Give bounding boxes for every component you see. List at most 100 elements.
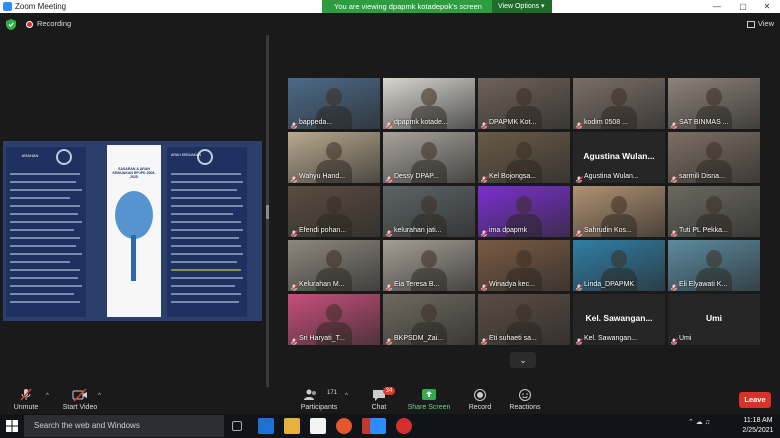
participant-tile[interactable]: dpapmk kotade... (383, 78, 475, 129)
participant-name: Eli Elyawati K... (679, 281, 728, 288)
participant-name: Linda_DPAPMK (584, 281, 635, 288)
windows-taskbar: Search the web and Windows ⌃ ☁ ♫ 11:18 A… (0, 414, 780, 438)
participant-name: Winadya kec... (489, 281, 535, 288)
participant-tile[interactable]: Umi Umi (668, 294, 760, 345)
video-off-icon (72, 388, 87, 402)
participant-tile[interactable]: Agustina Wulan... Agustina Wulan... (573, 132, 665, 183)
chevron-down-icon[interactable]: ⌄ (510, 352, 536, 368)
leave-button[interactable]: Leave (739, 392, 771, 408)
participant-name: Efendi pohan... (299, 227, 347, 234)
participant-tile[interactable]: bappeda... (288, 78, 380, 129)
audio-options-chevron-icon[interactable]: ^ (46, 393, 49, 399)
windows-start-icon[interactable] (6, 420, 18, 432)
meeting-status-row: Recording View (0, 13, 780, 35)
participant-name: Dessy DPAP... (394, 173, 439, 180)
participants-chevron-icon[interactable]: ^ (345, 393, 348, 399)
window-title: Zoom Meeting (15, 2, 67, 11)
participant-tile[interactable]: DPAPMK Kot... (478, 78, 570, 129)
participant-tile[interactable]: Eli Elyawati K... (668, 240, 760, 291)
start-video-button[interactable]: Start Video (58, 387, 102, 414)
muted-microphone-icon (575, 226, 583, 237)
participant-display-name: Kel. Sawangan... (585, 313, 653, 323)
participant-name: Eia Teresa B... (394, 281, 440, 288)
participant-tile[interactable]: Wahyu Hand... (288, 132, 380, 183)
maximize-button[interactable]: ▢ (730, 0, 756, 13)
security-shield-icon[interactable] (6, 19, 16, 30)
participant-name: dpapmk kotade... (394, 119, 448, 126)
file-explorer-icon[interactable] (284, 418, 300, 434)
participant-tile[interactable]: Kel Bojongsa... (478, 132, 570, 183)
participant-tile[interactable]: kelurahan jati... (383, 186, 475, 237)
muted-microphone-icon (480, 172, 488, 183)
participant-tile[interactable]: Tuti PL Pekka... (668, 186, 760, 237)
tree-trunk-graphic (131, 235, 136, 281)
system-tray[interactable]: ⌃ ☁ ♫ (688, 418, 710, 426)
participant-name: Umi (679, 335, 692, 342)
participant-tile[interactable]: ima dpapmk (478, 186, 570, 237)
share-screen-button[interactable]: Share Screen (406, 387, 452, 414)
reactions-button[interactable]: Reactions (508, 387, 542, 414)
participant-name: Kelurahan M... (299, 281, 345, 288)
recording-label: Recording (37, 19, 72, 28)
clock-date: 2/25/2021 (742, 427, 774, 434)
participant-display-name: Umi (705, 313, 723, 323)
muted-microphone-icon (575, 334, 583, 345)
participant-tile[interactable]: Eia Teresa B... (383, 240, 475, 291)
minimize-button[interactable]: — (704, 0, 730, 13)
participant-tile[interactable]: sarmili Disna... (668, 132, 760, 183)
reactions-label: Reactions (509, 404, 541, 411)
participant-tile[interactable]: Efendi pohan... (288, 186, 380, 237)
muted-microphone-icon (670, 172, 678, 183)
participant-name: kelurahan jati... (394, 227, 442, 234)
taskbar-search-input[interactable]: Search the web and Windows (24, 415, 224, 437)
task-view-icon[interactable] (232, 421, 242, 431)
participant-name: BKPSDM_Zai... (394, 335, 444, 342)
target-icon (56, 149, 72, 165)
participant-name: SAT BINMAS ... (679, 119, 729, 126)
view-options-button[interactable]: View Options ▾ (492, 0, 552, 13)
share-banner-text: You are viewing dpapmk kotadepok's scree… (334, 2, 482, 11)
edge-browser-icon[interactable] (258, 418, 274, 434)
smiley-icon (519, 389, 531, 401)
participant-display-name: Agustina Wulan... (583, 151, 655, 161)
participant-name: Eti suhaeti sa... (489, 335, 537, 342)
participant-tile[interactable]: Eti suhaeti sa... (478, 294, 570, 345)
participant-tile[interactable]: SAT BINMAS ... (668, 78, 760, 129)
participant-name: Sri Haryati_T... (299, 335, 345, 342)
gear-icon (197, 149, 213, 165)
participant-tile[interactable]: Dessy DPAP... (383, 132, 475, 183)
muted-microphone-icon (480, 334, 488, 345)
firefox-icon[interactable] (336, 418, 352, 434)
record-button[interactable]: Record (466, 387, 494, 414)
chat-label: Chat (371, 404, 387, 411)
slide-right-column: ARAH KEBIJAKAN (167, 147, 247, 317)
participant-tile[interactable]: Linda_DPAPMK (573, 240, 665, 291)
slide-center-title: SASARAN & ARAH KEBIJAKAN RPJPD 2006-2025 (112, 167, 156, 179)
muted-microphone-icon (385, 280, 393, 291)
split-divider-handle[interactable] (266, 205, 269, 219)
view-label: View (757, 19, 774, 28)
participant-tile[interactable]: Kel. Sawangan... Kel. Sawangan... (573, 294, 665, 345)
taskbar-clock[interactable]: 11:18 AM 2/25/2021 (738, 416, 778, 436)
participant-tile[interactable]: Sri Haryati_T... (288, 294, 380, 345)
participant-tile[interactable]: Winadya kec... (478, 240, 570, 291)
participant-tile[interactable]: Sahrudin Kos... (573, 186, 665, 237)
unmute-button[interactable]: Unmute (8, 387, 44, 414)
participants-icon (304, 389, 316, 400)
muted-microphone-icon (290, 172, 298, 183)
muted-microphone-icon (670, 334, 678, 345)
participant-tile[interactable]: kodim 0508 ... (573, 78, 665, 129)
store-icon[interactable] (310, 418, 326, 434)
video-options-chevron-icon[interactable]: ^ (98, 393, 101, 399)
record-app-icon[interactable] (396, 418, 412, 434)
participant-name: Kel. Sawangan... (584, 335, 637, 342)
view-button[interactable]: View (741, 17, 774, 31)
participant-name: DPAPMK Kot... (489, 119, 537, 126)
participant-tile[interactable]: Kelurahan M... (288, 240, 380, 291)
close-button[interactable]: ✕ (754, 0, 780, 13)
muted-microphone-icon (385, 226, 393, 237)
zoom-taskbar-icon[interactable] (370, 418, 386, 434)
participant-tile[interactable]: BKPSDM_Zai... (383, 294, 475, 345)
muted-microphone-icon (20, 388, 32, 401)
participant-name: Agustina Wulan... (584, 173, 639, 180)
